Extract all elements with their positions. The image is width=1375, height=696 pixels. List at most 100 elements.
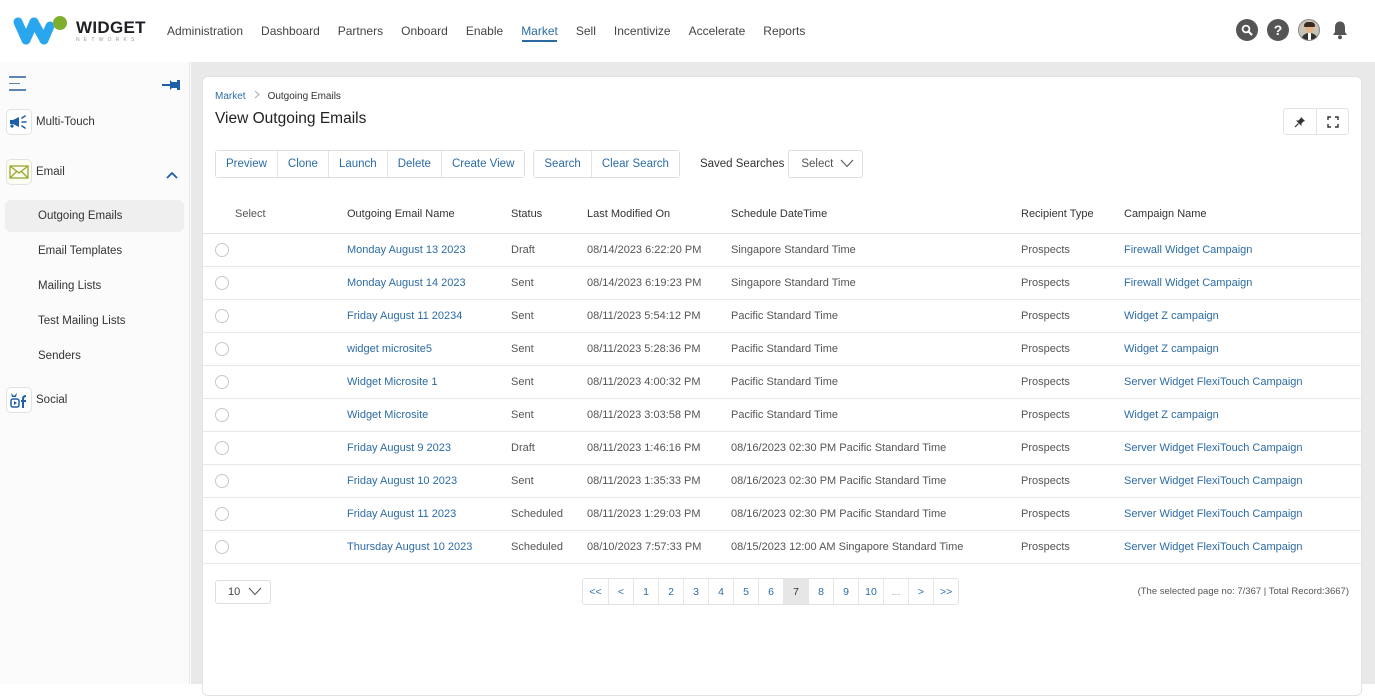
nav-sell[interactable]: Sell xyxy=(567,0,605,62)
col-schedule-datetime[interactable]: Schedule DateTime xyxy=(731,208,1021,220)
campaign-name-link[interactable]: Widget Z campaign xyxy=(1124,409,1363,421)
preview-button[interactable]: Preview xyxy=(216,151,277,177)
row-select-radio[interactable] xyxy=(215,342,229,356)
sidebar-group-social[interactable]: Social xyxy=(6,387,184,413)
page-1-button[interactable]: 1 xyxy=(633,579,658,604)
page-9-button[interactable]: 9 xyxy=(833,579,858,604)
email-name-link[interactable]: Friday August 9 2023 xyxy=(347,442,511,454)
page-8-button[interactable]: 8 xyxy=(808,579,833,604)
create-view-button[interactable]: Create View xyxy=(440,151,525,177)
clear-search-button[interactable]: Clear Search xyxy=(590,151,679,177)
email-name-link[interactable]: widget microsite5 xyxy=(347,343,511,355)
saved-searches-value: Select xyxy=(801,158,834,170)
row-select-radio[interactable] xyxy=(215,441,229,455)
nav-accelerate[interactable]: Accelerate xyxy=(680,0,755,62)
campaign-name-link[interactable]: Server Widget FlexiTouch Campaign xyxy=(1124,541,1363,553)
search-button[interactable]: Search xyxy=(534,151,591,177)
page-size-select[interactable]: 10 xyxy=(215,580,271,604)
search-icon[interactable] xyxy=(1236,19,1258,41)
page-10-button[interactable]: 10 xyxy=(858,579,883,604)
recipient-type-cell: Prospects xyxy=(1021,310,1070,322)
nav-reports[interactable]: Reports xyxy=(754,0,814,62)
pin-sidebar-icon[interactable] xyxy=(162,78,181,96)
menu-toggle-icon[interactable] xyxy=(9,76,26,92)
more-pages-button[interactable]: ... xyxy=(883,579,908,604)
row-select-radio[interactable] xyxy=(215,375,229,389)
nav-partners[interactable]: Partners xyxy=(329,0,392,62)
email-name-link[interactable]: Widget Microsite xyxy=(347,409,511,421)
outgoing-emails-table: Select Outgoing Email Name Status Last M… xyxy=(203,194,1363,564)
select-cell xyxy=(203,276,347,290)
breadcrumb-market[interactable]: Market xyxy=(215,91,246,102)
sidebar-group-email[interactable]: Email xyxy=(6,159,184,185)
email-name-link[interactable]: Widget Microsite 1 xyxy=(347,376,511,388)
sidebar-item-email-templates[interactable]: Email Templates xyxy=(5,235,184,267)
page-3-button[interactable]: 3 xyxy=(683,579,708,604)
page-2-button[interactable]: 2 xyxy=(658,579,683,604)
email-name-link[interactable]: Monday August 14 2023 xyxy=(347,277,511,289)
col-last-modified-on[interactable]: Last Modified On xyxy=(587,208,731,220)
col-recipient-type[interactable]: Recipient Type xyxy=(1021,208,1124,220)
brand-logo[interactable]: WIDGET NETWORKS xyxy=(12,13,145,49)
row-select-radio[interactable] xyxy=(215,540,229,554)
row-select-radio[interactable] xyxy=(215,474,229,488)
bell-icon[interactable] xyxy=(1329,19,1351,41)
status-cell: Sent xyxy=(511,277,534,289)
page-5-button[interactable]: 5 xyxy=(733,579,758,604)
row-select-radio[interactable] xyxy=(215,408,229,422)
first-page-button[interactable]: << xyxy=(583,579,608,604)
row-select-radio[interactable] xyxy=(215,243,229,257)
nav-market[interactable]: Market xyxy=(512,0,567,62)
email-name-link[interactable]: Monday August 13 2023 xyxy=(347,244,511,256)
email-name-link[interactable]: Thursday August 10 2023 xyxy=(347,541,511,553)
page-4-button[interactable]: 4 xyxy=(708,579,733,604)
avatar[interactable] xyxy=(1298,19,1320,41)
launch-button[interactable]: Launch xyxy=(327,151,387,177)
clone-button[interactable]: Clone xyxy=(276,151,328,177)
nav-incentivize[interactable]: Incentivize xyxy=(605,0,680,62)
email-name-link[interactable]: Friday August 11 20234 xyxy=(347,310,511,322)
schedule-cell: Pacific Standard Time xyxy=(731,409,838,421)
email-name-link[interactable]: Friday August 10 2023 xyxy=(347,475,511,487)
campaign-name-link[interactable]: Firewall Widget Campaign xyxy=(1124,244,1363,256)
row-select-radio[interactable] xyxy=(215,507,229,521)
nav-administration[interactable]: Administration xyxy=(158,0,252,62)
page-6-button[interactable]: 6 xyxy=(758,579,783,604)
sidebar-item-test-mailing-lists[interactable]: Test Mailing Lists xyxy=(5,305,184,337)
saved-searches-label: Saved Searches xyxy=(699,158,785,170)
delete-button[interactable]: Delete xyxy=(386,151,441,177)
sidebar-item-outgoing-emails[interactable]: Outgoing Emails xyxy=(5,200,184,232)
recipient-type-cell: Prospects xyxy=(1021,508,1070,520)
sidebar-item-senders[interactable]: Senders xyxy=(5,340,184,372)
chevron-up-icon[interactable] xyxy=(166,166,178,184)
nav-dashboard[interactable]: Dashboard xyxy=(252,0,329,62)
prev-page-button[interactable]: < xyxy=(608,579,633,604)
campaign-name-link[interactable]: Server Widget FlexiTouch Campaign xyxy=(1124,442,1363,454)
nav-enable[interactable]: Enable xyxy=(457,0,512,62)
fullscreen-icon[interactable] xyxy=(1316,109,1348,134)
saved-searches-select[interactable]: Select xyxy=(788,150,864,178)
schedule-cell: 08/15/2023 12:00 AM Singapore Standard T… xyxy=(731,541,964,553)
sidebar-item-mailing-lists[interactable]: Mailing Lists xyxy=(5,270,184,302)
campaign-name-link[interactable]: Widget Z campaign xyxy=(1124,310,1363,322)
select-cell xyxy=(203,408,347,422)
sidebar-group-multi-touch[interactable]: Multi-Touch xyxy=(6,109,184,135)
pagination: << <1 2 3 4 5 6 7 8 9 10... > >> xyxy=(582,578,960,605)
campaign-name-link[interactable]: Widget Z campaign xyxy=(1124,343,1363,355)
col-outgoing-email-name[interactable]: Outgoing Email Name xyxy=(347,208,511,220)
col-status[interactable]: Status xyxy=(511,208,587,220)
campaign-name-link[interactable]: Server Widget FlexiTouch Campaign xyxy=(1124,376,1363,388)
pin-icon[interactable] xyxy=(1284,109,1316,134)
help-icon[interactable]: ? xyxy=(1267,19,1289,41)
email-name-link[interactable]: Friday August 11 2023 xyxy=(347,508,511,520)
campaign-name-link[interactable]: Server Widget FlexiTouch Campaign xyxy=(1124,475,1363,487)
campaign-name-link[interactable]: Server Widget FlexiTouch Campaign xyxy=(1124,508,1363,520)
row-select-radio[interactable] xyxy=(215,276,229,290)
row-select-radio[interactable] xyxy=(215,309,229,323)
last-page-button[interactable]: >> xyxy=(933,579,958,604)
page-7-button[interactable]: 7 xyxy=(783,579,808,604)
nav-onboard[interactable]: Onboard xyxy=(392,0,457,62)
campaign-name-link[interactable]: Firewall Widget Campaign xyxy=(1124,277,1363,289)
next-page-button[interactable]: > xyxy=(908,579,933,604)
col-campaign-name[interactable]: Campaign Name xyxy=(1124,208,1363,220)
